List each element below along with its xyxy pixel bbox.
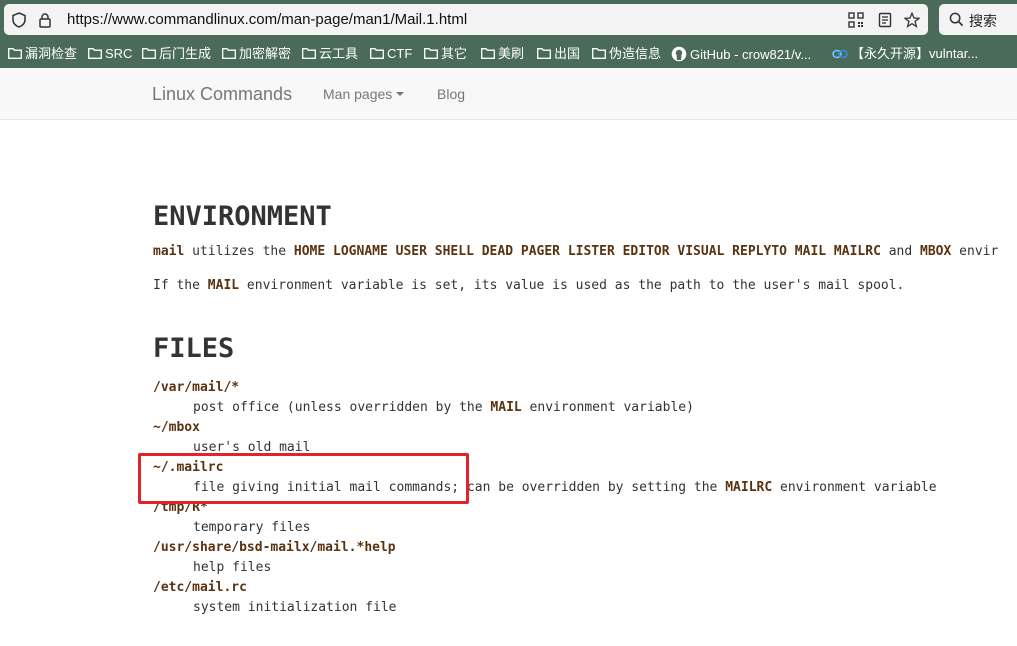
site-brand-link[interactable]: Linux Commands [152, 84, 292, 105]
bookmark-item[interactable]: 美刷 [481, 46, 524, 62]
file-description: post office (unless overridden by the MA… [193, 400, 694, 415]
bookmark-label: 其它 [441, 46, 468, 61]
environment-paragraph-2: If the MAIL environment variable is set,… [153, 278, 904, 293]
folder-icon [302, 48, 316, 59]
text: environment variable) [521, 400, 694, 415]
bookmarks-bar: 漏洞检查 SRC 后门生成 加密解密 云工具 CTF 其它 美刷 出国 伪造信息… [0, 40, 1017, 68]
env-var: MAIL [207, 278, 240, 293]
environment-heading: ENVIRONMENT [153, 201, 332, 232]
file-description: temporary files [193, 520, 311, 535]
bookmark-label: GitHub - crow821/v... [690, 47, 812, 62]
bookmark-item[interactable]: CTF [370, 46, 412, 62]
folder-icon [370, 48, 384, 59]
text: utilizes the [184, 244, 294, 259]
man-page-content: ENVIRONMENT mail utilizes the HOME LOGNA… [0, 120, 1017, 646]
address-bar[interactable]: https://www.commandlinux.com/man-page/ma… [4, 4, 928, 35]
bookmark-item[interactable]: 后门生成 [142, 46, 211, 62]
file-description: help files [193, 560, 272, 575]
link-icon [832, 49, 848, 59]
file-description: system initialization file [193, 600, 397, 615]
folder-icon [88, 48, 102, 59]
text: and [880, 244, 921, 259]
qr-code-icon[interactable] [848, 12, 864, 28]
bookmark-label: 出国 [554, 46, 581, 61]
search-icon [949, 12, 964, 27]
text: envir [951, 244, 999, 259]
bookmark-label: 漏洞检查 [25, 46, 78, 61]
folder-icon [481, 48, 495, 59]
bookmark-item[interactable]: 伪造信息 [592, 46, 661, 62]
bookmark-label: 加密解密 [239, 46, 292, 61]
bookmark-item[interactable]: 其它 [424, 46, 467, 62]
bookmark-star-icon[interactable] [904, 12, 920, 28]
folder-icon [142, 48, 156, 59]
search-label: 搜索 [969, 13, 997, 29]
env-var-list: HOME LOGNAME USER SHELL DEAD PAGER LISTE… [293, 244, 881, 259]
file-path: /usr/share/bsd-mailx/mail.*help [153, 540, 396, 555]
bookmark-label: 【永久开源】vulntar... [851, 46, 979, 61]
bookmark-label: 后门生成 [159, 46, 212, 61]
bookmark-item[interactable]: 【永久开源】vulntar... [832, 46, 978, 62]
bookmark-item[interactable]: GitHub - crow821/v... [671, 46, 811, 62]
site-navbar: Linux Commands Man pages Blog [0, 68, 1017, 120]
reader-view-icon[interactable] [877, 12, 893, 28]
bookmark-item[interactable]: 云工具 [302, 46, 358, 62]
folder-icon [8, 48, 22, 59]
folder-icon [222, 48, 236, 59]
man-pages-dropdown[interactable]: Man pages [323, 86, 405, 102]
bookmark-item[interactable]: 出国 [537, 46, 580, 62]
text: environment variable [772, 480, 937, 495]
env-var: MBOX [920, 244, 952, 259]
file-path: /var/mail/* [153, 380, 240, 395]
file-path: /etc/mail.rc [153, 580, 247, 595]
blog-link[interactable]: Blog [437, 86, 465, 102]
browser-toolbar: https://www.commandlinux.com/man-page/ma… [0, 0, 1017, 40]
bookmark-label: SRC [105, 46, 133, 61]
env-var: MAILRC [725, 480, 773, 495]
file-path: ~/mbox [153, 420, 200, 435]
command-name: mail [153, 244, 185, 259]
text: post office (unless overridden by the [193, 400, 491, 415]
env-var: MAIL [490, 400, 522, 415]
folder-icon [592, 48, 606, 59]
bookmark-label: 云工具 [319, 46, 359, 61]
text: If the [153, 278, 208, 293]
lock-icon[interactable] [37, 12, 53, 28]
highlight-annotation-box [138, 453, 469, 504]
bookmark-label: 伪造信息 [609, 46, 662, 61]
folder-icon [537, 48, 551, 59]
bookmark-label: 美刷 [498, 46, 525, 61]
shield-icon[interactable] [11, 12, 27, 28]
caret-down-icon [396, 92, 405, 96]
bookmark-item[interactable]: 漏洞检查 [8, 46, 77, 62]
text: environment variable is set, its value i… [239, 278, 905, 293]
bookmark-label: CTF [387, 46, 413, 61]
environment-paragraph-1: mail utilizes the HOME LOGNAME USER SHEL… [153, 244, 998, 259]
search-box[interactable]: 搜索 [939, 4, 1017, 35]
bookmark-item[interactable]: SRC [88, 46, 132, 62]
url-text[interactable]: https://www.commandlinux.com/man-page/ma… [67, 11, 467, 28]
github-icon [671, 46, 687, 62]
man-pages-label: Man pages [323, 86, 393, 102]
folder-icon [424, 48, 438, 59]
bookmark-item[interactable]: 加密解密 [222, 46, 291, 62]
files-heading: FILES [153, 333, 235, 364]
